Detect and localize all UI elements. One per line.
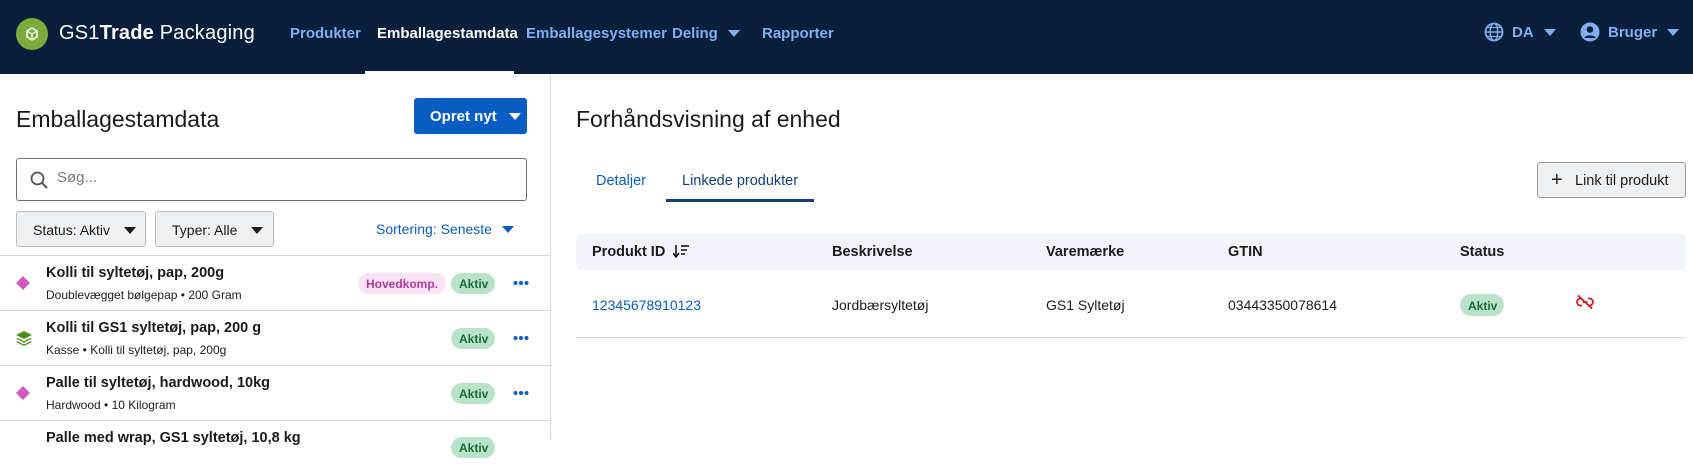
column-header-product-id[interactable]: Produkt ID	[592, 244, 690, 260]
list-item-title: Palle med wrap, GS1 syltetøj, 10,8 kg	[46, 430, 301, 446]
column-header-brand: Varemærke	[1046, 244, 1125, 260]
search-input[interactable]	[57, 169, 497, 186]
list-item-title: Kolli til syltetøj, pap, 200g	[46, 265, 225, 281]
product-gtin: 03443350078614	[1228, 297, 1338, 313]
nav-item-rapporter[interactable]: Rapporter	[762, 25, 834, 42]
top-navigation-bar: GS1Trade Packaging Produkter Emballagest…	[0, 0, 1693, 74]
diamond-icon	[16, 386, 30, 400]
language-label: DA	[1512, 24, 1534, 41]
brand-name[interactable]: GS1Trade Packaging	[59, 22, 255, 45]
list-item-title: Kolli til GS1 syltetøj, pap, 200 g	[46, 320, 262, 336]
list-item[interactable]: Palle med wrap, GS1 syltetøj, 10,8 kg Ak…	[0, 421, 551, 476]
column-header-label: Produkt ID	[592, 244, 666, 260]
list-item[interactable]: Kolli til syltetøj, pap, 200g Doublevægg…	[0, 256, 551, 311]
sort-label: Sortering: Seneste	[376, 221, 492, 237]
status-badge: Aktiv	[451, 328, 495, 349]
more-options-icon[interactable]	[513, 390, 529, 396]
tab-details[interactable]: Detaljer	[596, 173, 646, 189]
chevron-down-icon	[251, 226, 264, 234]
product-id-link[interactable]: 12345678910123	[592, 297, 701, 313]
sort-dropdown[interactable]: Sortering: Seneste	[376, 221, 514, 237]
chevron-down-icon	[1543, 28, 1556, 36]
more-options-icon[interactable]	[513, 280, 529, 286]
nav-item-deling[interactable]: Deling	[672, 25, 740, 42]
status-badge: Aktiv	[451, 383, 495, 404]
list-item[interactable]: Kolli til GS1 syltetøj, pap, 200 g Kasse…	[0, 311, 551, 366]
plus-icon: +	[1551, 169, 1563, 191]
create-new-label: Opret nyt	[430, 108, 497, 125]
chevron-down-icon	[1667, 28, 1680, 36]
status-badge: Aktiv	[451, 437, 495, 458]
product-description: Jordbærsyltetøj	[832, 297, 929, 313]
chevron-down-icon	[124, 226, 137, 234]
column-header-description: Beskrivelse	[832, 244, 913, 260]
nav-item-deling-label: Deling	[672, 25, 718, 42]
active-tab-indicator	[666, 199, 814, 202]
table-row: 12345678910123 Jordbærsyltetøj GS1 Sylte…	[576, 280, 1686, 338]
user-label: Bruger	[1608, 24, 1658, 41]
gs1-logo-icon[interactable]	[16, 18, 48, 50]
preview-title: Forhåndsvisning af enhed	[576, 106, 841, 132]
layers-icon	[16, 331, 32, 346]
sort-descending-icon[interactable]	[672, 244, 690, 259]
unlink-icon[interactable]	[1576, 295, 1594, 309]
status-badge: Aktiv	[1460, 294, 1504, 316]
status-badge: Aktiv	[451, 273, 495, 294]
diamond-icon	[16, 276, 30, 290]
column-header-status: Status	[1460, 244, 1505, 260]
packaging-list-panel: Emballagestamdata Opret nyt Status: Akti…	[0, 74, 551, 458]
language-selector[interactable]: DA	[1484, 22, 1556, 42]
list-item-subtitle: Doublevægget bølgepap • 200 Gram	[46, 288, 242, 302]
user-avatar-icon	[1580, 22, 1600, 42]
status-filter[interactable]: Status: Aktiv	[16, 211, 146, 247]
link-product-label: Link til produkt	[1575, 173, 1669, 189]
list-item-subtitle: Kasse • Kolli til syltetøj, pap, 200g	[46, 343, 227, 357]
chevron-down-icon	[508, 112, 521, 120]
search-icon	[30, 171, 48, 189]
types-filter[interactable]: Typer: Alle	[155, 211, 274, 247]
page-title: Emballagestamdata	[16, 106, 220, 132]
column-header-gtin: GTIN	[1228, 244, 1263, 260]
more-options-icon[interactable]	[513, 335, 529, 341]
nav-item-produkter[interactable]: Produkter	[290, 25, 361, 42]
user-menu[interactable]: Bruger	[1580, 22, 1680, 42]
search-box[interactable]	[16, 158, 527, 201]
link-product-button[interactable]: + Link til produkt	[1537, 162, 1686, 198]
chevron-down-icon	[501, 225, 514, 233]
globe-icon	[1484, 22, 1504, 41]
list-item-subtitle: Hardwood • 10 Kilogram	[46, 398, 176, 412]
tab-linked-products[interactable]: Linkede produkter	[682, 173, 798, 189]
chevron-down-icon	[727, 29, 740, 37]
types-filter-label: Typer: Alle	[172, 222, 238, 238]
product-brand: GS1 Syltetøj	[1046, 297, 1125, 313]
status-filter-label: Status: Aktiv	[33, 222, 111, 238]
list-item[interactable]: Palle til syltetøj, hardwood, 10kg Hardw…	[0, 366, 551, 421]
table-header: Produkt ID Beskrivelse Varemærke GTIN St…	[576, 234, 1686, 270]
create-new-button[interactable]: Opret nyt	[414, 98, 527, 134]
nav-item-emballagesystemer[interactable]: Emballagesystemer	[526, 25, 667, 42]
list-item-title: Palle til syltetøj, hardwood, 10kg	[46, 375, 270, 391]
nav-item-emballagestamdata[interactable]: Emballagestamdata	[377, 25, 518, 42]
role-badge: Hovedkomp.	[358, 273, 447, 294]
